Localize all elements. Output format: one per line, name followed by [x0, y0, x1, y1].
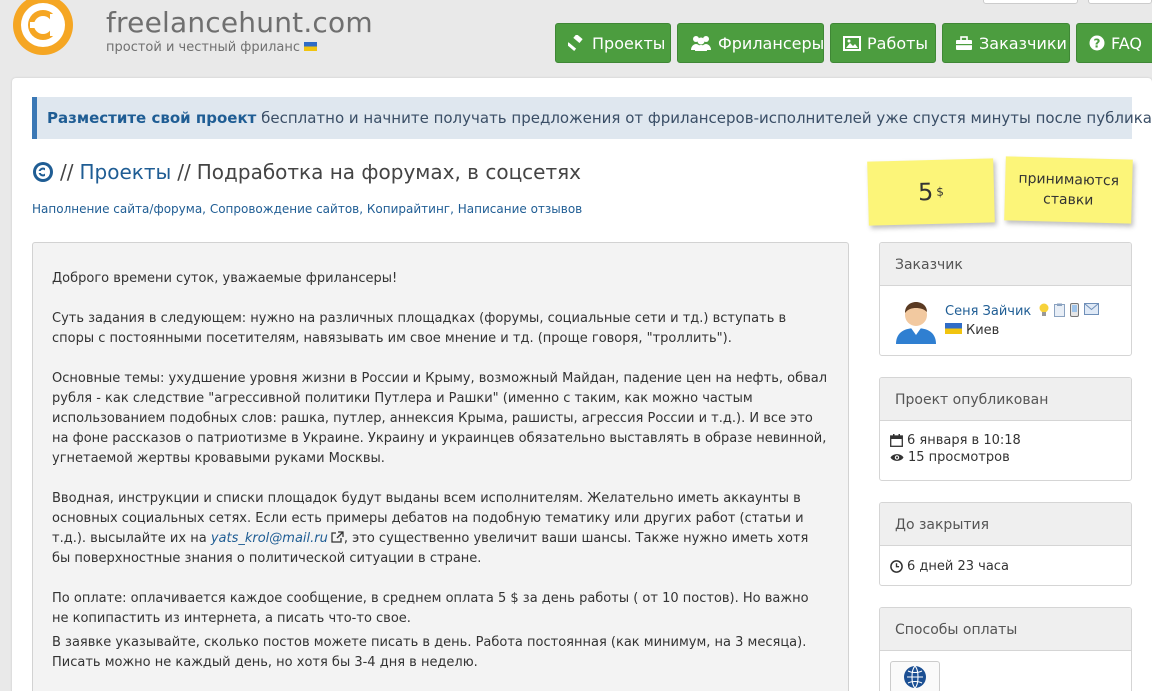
project-description: Доброго времени суток, уважаемые фриланс…	[32, 242, 849, 691]
client-panel: Заказчик Сеня Зайчик Киев	[879, 242, 1132, 356]
phone-icon	[1070, 302, 1080, 317]
briefcase-icon	[955, 35, 973, 51]
webmoney-icon	[890, 661, 940, 691]
breadcrumb-projects-link[interactable]: Проекты	[79, 160, 171, 184]
logo-text[interactable]: freelancehunt.com	[106, 6, 373, 39]
envelope-icon	[1084, 302, 1100, 315]
lightbulb-icon	[1039, 303, 1049, 316]
top-search-box[interactable]	[983, 0, 1078, 4]
panel-heading: Заказчик	[880, 243, 1131, 286]
closing-panel: До закрытия 6 дней 23 часа	[879, 502, 1132, 586]
ukraine-flag-icon	[945, 322, 962, 334]
panel-heading: До закрытия	[880, 503, 1131, 546]
page-title: // Проекты // Подработка на форумах, в с…	[32, 160, 581, 184]
promo-link[interactable]: Разместите свой проект	[47, 109, 256, 127]
panel-heading: Способы оплаты	[880, 608, 1131, 651]
promo-banner: Разместите свой проект бесплатно и начни…	[32, 97, 1152, 139]
main-nav: Проекты Фрилансеры Работы Заказчики ? FA…	[555, 23, 1152, 63]
bids-sticker: принимаются ставки	[1004, 156, 1133, 224]
picture-icon	[843, 35, 861, 51]
calendar-icon	[890, 434, 903, 447]
avatar[interactable]	[892, 296, 940, 344]
clipboard-icon	[1054, 303, 1066, 317]
ukraine-flag-icon	[304, 42, 318, 51]
budget-currency: $	[936, 184, 945, 199]
site-header: freelancehunt.com простой и честный фрил…	[0, 0, 1152, 78]
clock-icon	[890, 560, 903, 573]
top-login-box[interactable]	[1088, 0, 1152, 4]
logo-tagline: простой и честный фриланс	[106, 40, 318, 55]
nav-faq-button[interactable]: ? FAQ	[1076, 23, 1152, 63]
nav-clients-button[interactable]: Заказчики	[942, 23, 1070, 63]
category-link[interactable]: Копирайтинг	[367, 202, 450, 216]
svg-text:?: ?	[1094, 37, 1101, 51]
budget-sticker: 5 $	[867, 158, 995, 226]
views-count: 15 просмотров	[908, 450, 1010, 465]
client-name-link[interactable]: Сеня Зайчик	[945, 304, 1031, 319]
nav-freelancers-button[interactable]: Фрилансеры	[677, 23, 824, 63]
gavel-icon	[568, 35, 586, 51]
external-link-icon	[331, 531, 344, 543]
logo-small-icon[interactable]	[32, 161, 54, 183]
logo-icon[interactable]	[10, 0, 76, 58]
email-link[interactable]: yats_krol@mail.ru	[211, 531, 328, 546]
users-icon	[690, 35, 712, 51]
panel-heading: Проект опубликован	[880, 378, 1131, 421]
time-remaining: 6 дней 23 часа	[907, 559, 1009, 574]
budget-value: 5	[917, 177, 934, 207]
nav-works-button[interactable]: Работы	[830, 23, 936, 63]
eye-icon	[890, 454, 904, 461]
category-link[interactable]: Наполнение сайта/форума	[32, 202, 202, 216]
question-icon: ?	[1089, 35, 1105, 51]
category-link[interactable]: Сопровождение сайтов	[210, 202, 359, 216]
published-date: 6 января в 10:18	[907, 433, 1021, 448]
nav-projects-button[interactable]: Проекты	[555, 23, 671, 63]
client-location: Киев	[945, 322, 1099, 338]
payment-panel: Способы оплаты	[879, 607, 1132, 691]
project-title: Подработка на форумах, в соцсетях	[196, 160, 581, 184]
category-link[interactable]: Написание отзывов	[458, 202, 583, 216]
category-list: Наполнение сайта/форума, Сопровождение с…	[32, 202, 583, 216]
published-panel: Проект опубликован 6 января в 10:18 15 п…	[879, 377, 1132, 481]
